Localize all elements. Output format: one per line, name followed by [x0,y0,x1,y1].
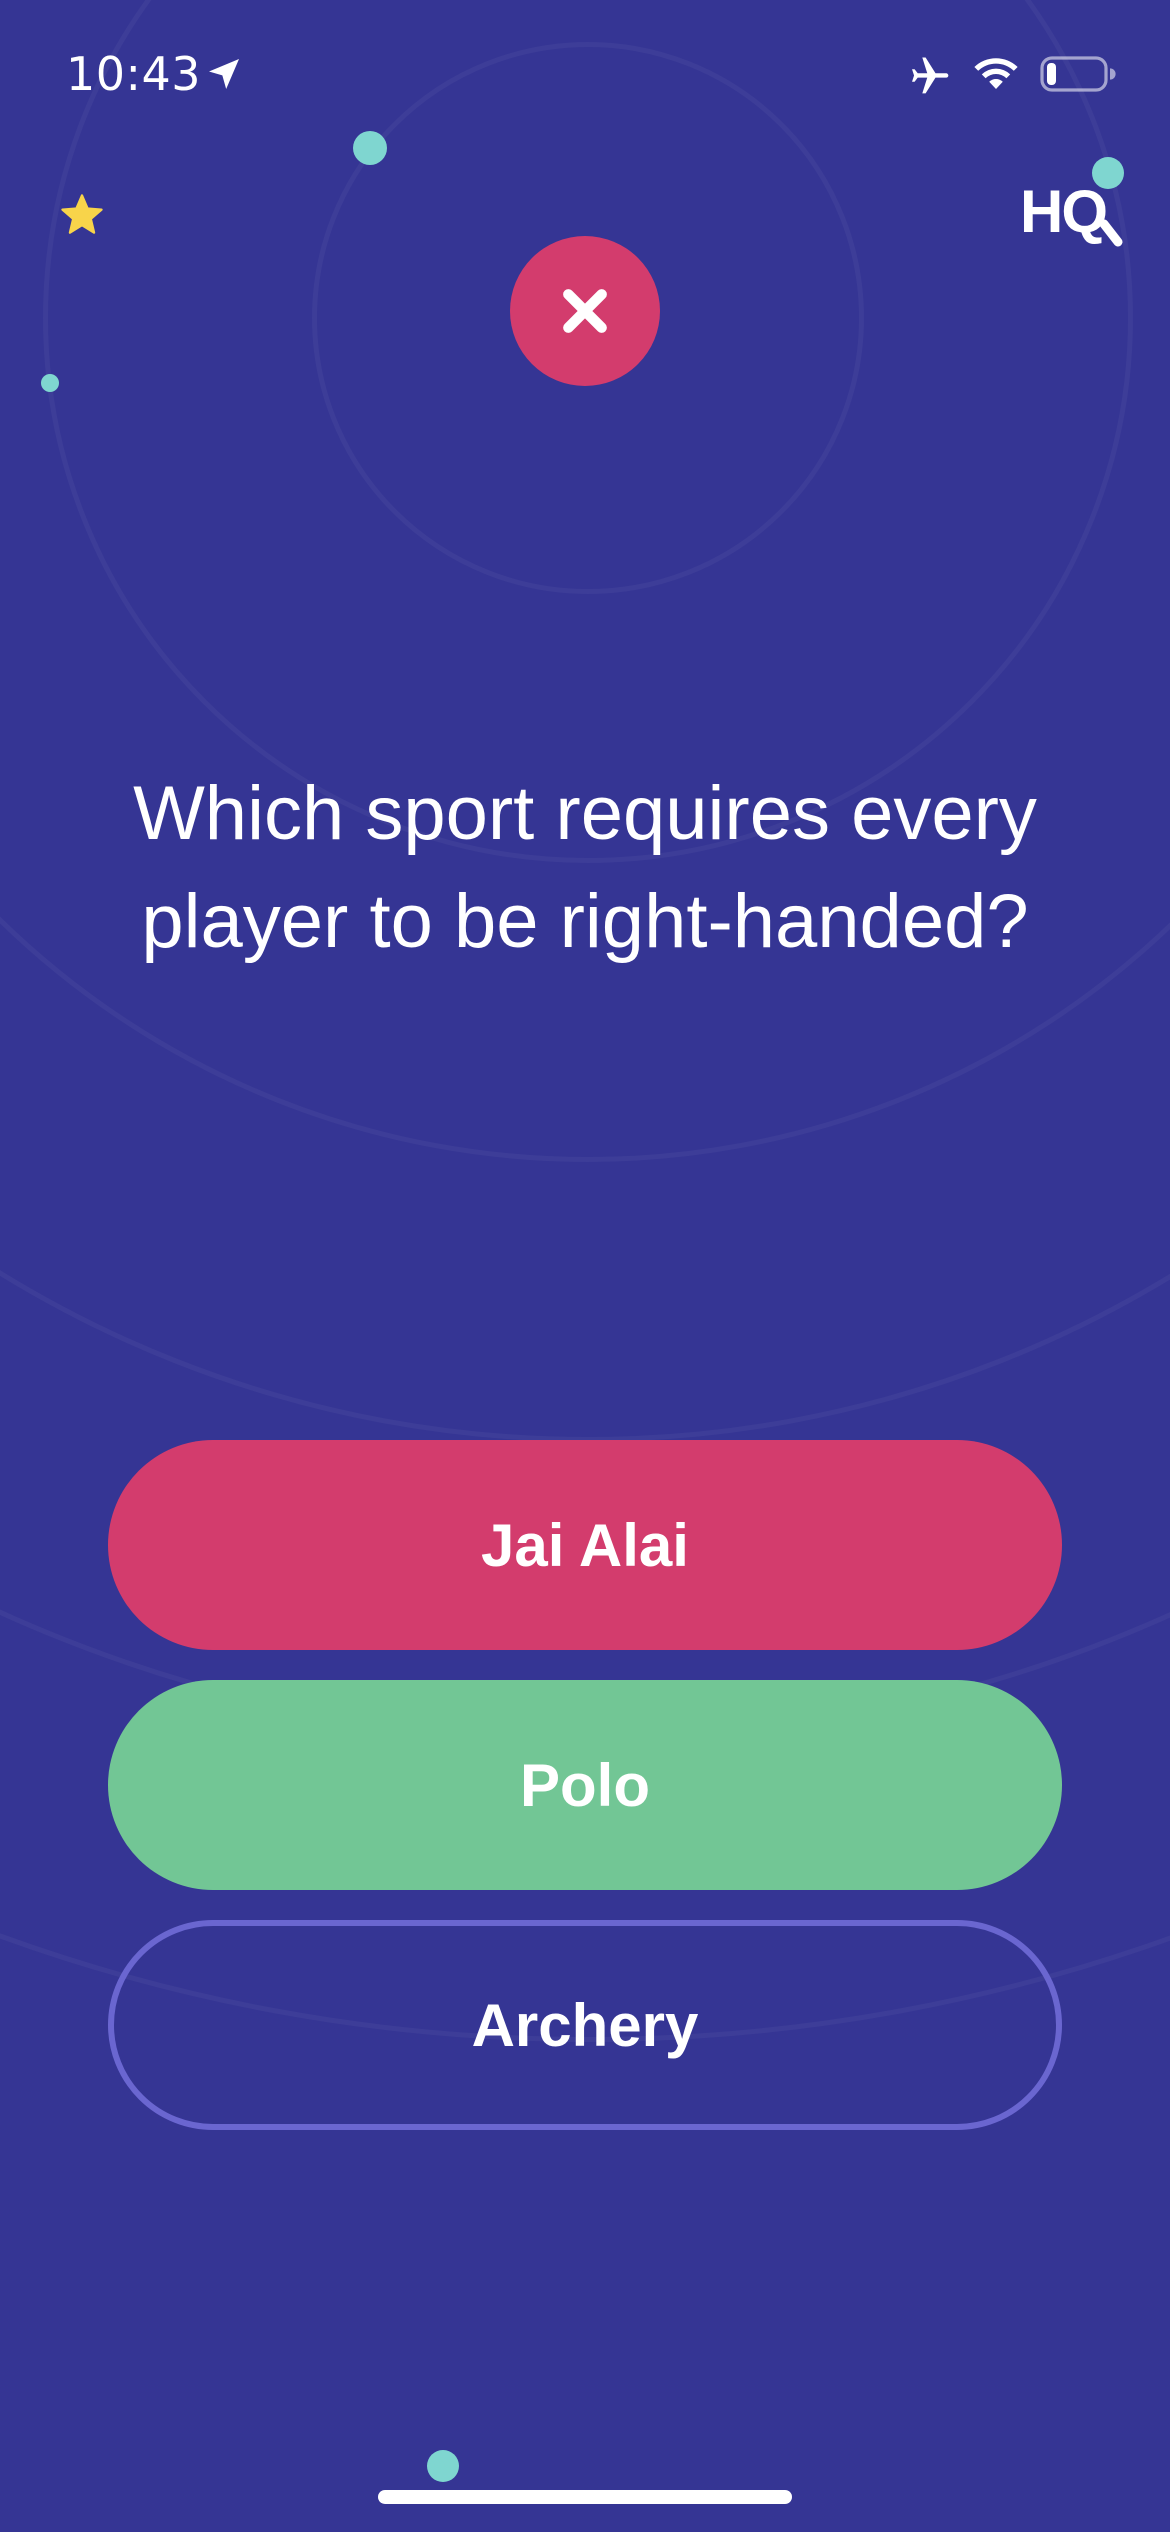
question-text: Which sport requires every player to be … [133,771,1037,964]
x-icon [563,289,607,333]
wrong-answer-badge [510,236,660,386]
location-arrow-icon [209,59,239,89]
answer-label: Jai Alai [481,1511,689,1579]
airplane-icon [912,57,949,94]
decorative-dot [41,374,59,392]
hq-logo[interactable]: HQ [1018,178,1128,248]
answer-label: Archery [471,1991,699,2059]
trivia-screen: 10:43 HQ Which sport requires every play… [0,0,1170,2532]
decorative-dot [353,131,387,165]
status-bar: 10:43 [0,0,1170,150]
answer-option-selected-wrong[interactable]: Jai Alai [108,1440,1062,1650]
answer-option-correct[interactable]: Polo [108,1680,1062,1890]
answer-label: Polo [520,1751,650,1819]
background-ring [0,0,1170,1162]
background-ring [0,0,1170,1442]
hq-logo-text: HQ [1020,178,1106,245]
star-icon [61,194,103,234]
battery-icon [1040,56,1116,92]
wifi-icon [974,58,1018,89]
status-time: 10:43 [66,47,202,101]
decorative-dot [427,2450,459,2482]
home-indicator[interactable] [378,2490,792,2504]
answer-option[interactable]: Archery [108,1920,1062,2130]
